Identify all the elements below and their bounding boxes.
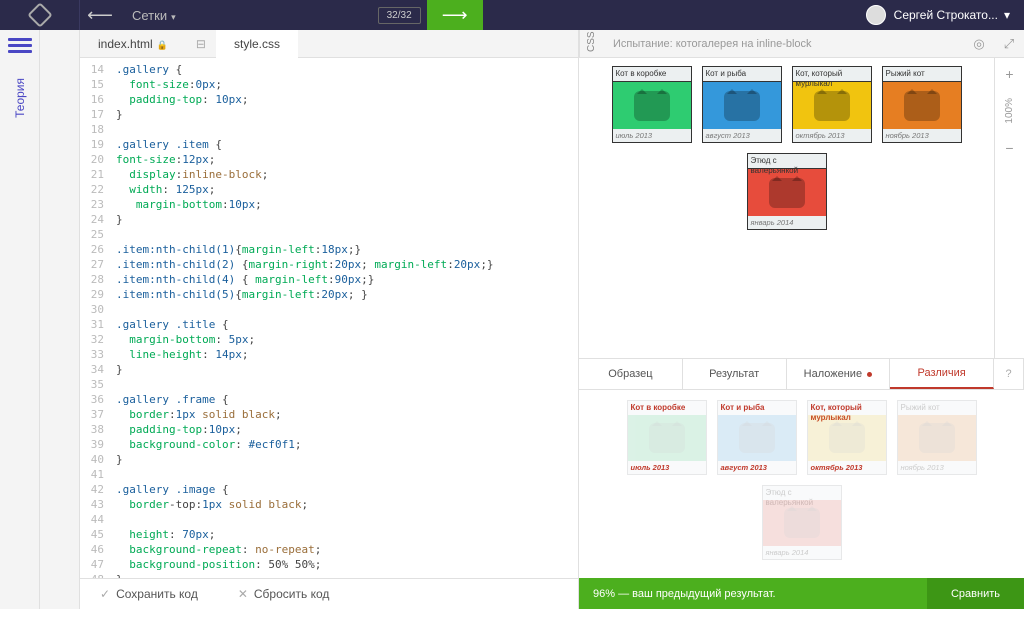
cat-icon: [769, 178, 805, 208]
dot-icon: [867, 372, 872, 377]
chevron-down-icon: ▾: [171, 12, 176, 22]
help-button[interactable]: ?: [994, 359, 1024, 389]
diff-date: август 2013: [718, 461, 796, 474]
zoom-controls: + 100% −: [994, 58, 1024, 358]
diff-date: январь 2014: [763, 546, 841, 559]
compare-button[interactable]: Сравнить: [927, 578, 1024, 609]
card-title: Кот, который мурлыкал: [793, 67, 871, 81]
cat-icon: [904, 91, 940, 121]
card-title: Кот в коробке: [613, 67, 691, 81]
gallery-card: Этюд с валерьянкой январь 2014: [747, 153, 827, 230]
gallery-card: Кот, который мурлыкал октябрь 2013: [792, 66, 872, 143]
preview-title: Испытание: котогалерея на inline-block: [603, 38, 964, 50]
result-text: 96% — ваш предыдущий результат.: [579, 588, 927, 600]
burger-icon[interactable]: [8, 38, 32, 54]
tab-style-css[interactable]: style.css: [216, 30, 298, 58]
cat-icon: [829, 423, 865, 453]
diff-card: Кот, который мурлыкал октябрь 2013: [807, 400, 887, 475]
expand-icon[interactable]: ⤢: [994, 36, 1024, 52]
diff-card: Рыжий кот ноябрь 2013: [897, 400, 977, 475]
cat-icon: [919, 423, 955, 453]
tab-sample[interactable]: Образец: [579, 359, 683, 389]
card-title: Рыжий кот: [883, 67, 961, 81]
cat-icon: [739, 423, 775, 453]
diff-date: ноябрь 2013: [898, 461, 976, 474]
editor-bottom-bar: ✓Сохранить код ✕Сбросить код: [80, 578, 578, 609]
diff-card: Кот в коробке июль 2013: [627, 400, 707, 475]
zoom-value: 100%: [1004, 98, 1015, 124]
reset-code-button[interactable]: ✕Сбросить код: [218, 587, 350, 601]
diff-view: Кот в коробке июль 2013 Кот и рыба август 2…: [579, 390, 1024, 578]
lock-icon: 🔒: [157, 40, 168, 50]
username: Сергей Строкато...: [894, 8, 998, 22]
diff-title: Кот и рыба: [718, 401, 796, 415]
user-menu[interactable]: Сергей Строкато... ▾: [852, 5, 1024, 25]
diff-title: Этюд с валерьянкой: [763, 486, 841, 500]
cat-icon: [724, 91, 760, 121]
forward-arrow-button[interactable]: ⟶: [427, 0, 483, 30]
target-icon[interactable]: ◎: [964, 36, 994, 52]
cat-icon: [634, 91, 670, 121]
zoom-out-button[interactable]: −: [995, 132, 1024, 164]
card-date: октябрь 2013: [793, 129, 871, 142]
save-code-button[interactable]: ✓Сохранить код: [80, 587, 218, 601]
diff-date: октябрь 2013: [808, 461, 886, 474]
reset-icon: ✕: [238, 587, 248, 601]
tab-overlay[interactable]: Наложение: [787, 359, 891, 389]
tab-index-html[interactable]: index.html🔒: [80, 30, 186, 58]
gallery-card: Кот и рыба август 2013: [702, 66, 782, 143]
diff-title: Кот в коробке: [628, 401, 706, 415]
logo[interactable]: [0, 0, 80, 30]
diff-title: Рыжий кот: [898, 401, 976, 415]
tab-result[interactable]: Результат: [683, 359, 787, 389]
preview-pane: CSS Испытание: котогалерея на inline-blo…: [578, 30, 1024, 609]
diff-title: Кот, который мурлыкал: [808, 401, 886, 415]
card-date: ноябрь 2013: [883, 129, 961, 142]
gallery-card: Рыжий кот ноябрь 2013: [882, 66, 962, 143]
editor-pane: index.html🔒 ⊟ style.css 1415161718192021…: [80, 30, 578, 609]
breadcrumb[interactable]: Сетки▾: [120, 8, 188, 23]
card-title: Этюд с валерьянкой: [748, 154, 826, 168]
diff-date: июль 2013: [628, 461, 706, 474]
card-title: Кот и рыба: [703, 67, 781, 81]
zoom-in-button[interactable]: +: [995, 58, 1024, 90]
theory-sidebar: Теория: [0, 30, 40, 609]
cat-icon: [784, 508, 820, 538]
check-icon: ✓: [100, 587, 110, 601]
back-arrow-icon[interactable]: ⟵: [80, 5, 120, 26]
avatar: [866, 5, 886, 25]
gallery-card: Кот в коробке июль 2013: [612, 66, 692, 143]
render-preview: Кот в коробке июль 2013 Кот и рыба август 2…: [579, 58, 994, 358]
compare-tabs: Образец Результат Наложение Различия ?: [579, 358, 1024, 390]
theory-label[interactable]: Теория: [13, 78, 27, 118]
chevron-down-icon: ▾: [1004, 8, 1010, 22]
split-icon[interactable]: ⊟: [186, 37, 216, 51]
tab-diff[interactable]: Различия: [890, 359, 994, 389]
top-bar: ⟵ Сетки▾ 32/32 ⟶ Сергей Строкато... ▾: [0, 0, 1024, 30]
card-date: июль 2013: [613, 129, 691, 142]
result-bar: 96% — ваш предыдущий результат. Сравнить: [579, 578, 1024, 609]
code-editor[interactable]: 1415161718192021222324252627282930313233…: [80, 58, 578, 578]
diff-card: Кот и рыба август 2013: [717, 400, 797, 475]
cat-icon: [649, 423, 685, 453]
editor-tabs: index.html🔒 ⊟ style.css: [80, 30, 578, 58]
card-date: август 2013: [703, 129, 781, 142]
progress-indicator: 32/32: [378, 7, 421, 24]
cat-icon: [814, 91, 850, 121]
css-label: CSS: [579, 30, 603, 58]
diff-card: Этюд с валерьянкой январь 2014: [762, 485, 842, 560]
card-date: январь 2014: [748, 216, 826, 229]
